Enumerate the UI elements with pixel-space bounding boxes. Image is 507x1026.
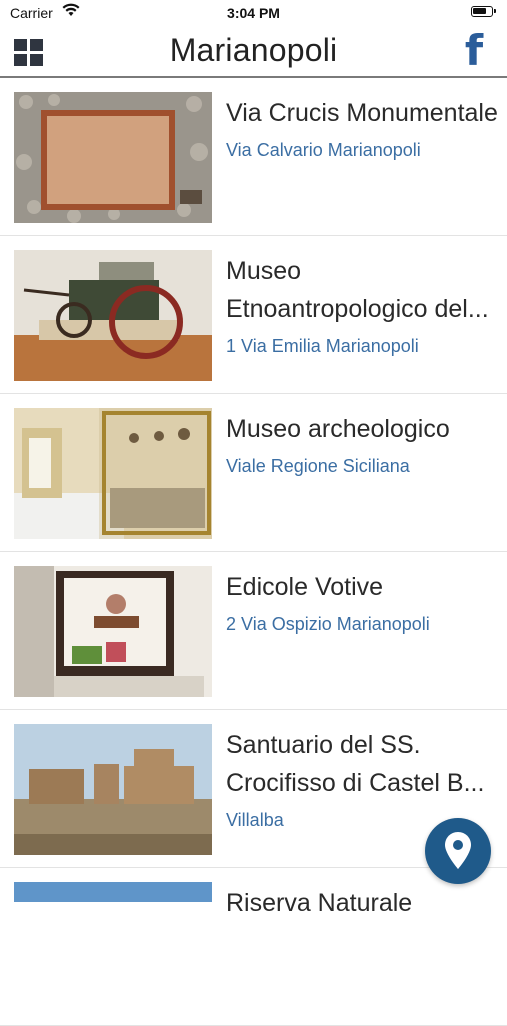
map-pin-icon: [445, 832, 471, 869]
place-address[interactable]: 2 Via Ospizio Marianopoli: [226, 614, 430, 635]
place-thumbnail: [14, 882, 212, 902]
place-thumbnail: [14, 724, 212, 855]
place-address[interactable]: Viale Regione Siciliana: [226, 456, 410, 477]
place-name: Edicole Votive: [226, 573, 384, 601]
place-thumbnail: [14, 92, 212, 223]
list-item[interactable]: Via Crucis Monumentale Via Calvario Mari…: [0, 78, 507, 236]
place-name: Riserva Naturale: [226, 889, 413, 917]
list-item[interactable]: Museo archeologico Viale Regione Sicilia…: [0, 394, 507, 552]
place-thumbnail: [14, 566, 212, 697]
places-list: Via Crucis Monumentale Via Calvario Mari…: [0, 78, 507, 1026]
status-bar: Carrier 3:04 PM: [0, 0, 507, 26]
list-item[interactable]: Edicole Votive 2 Via Ospizio Marianopoli: [0, 552, 507, 710]
map-button[interactable]: [425, 818, 491, 884]
place-name: Museo Etnoantropologico del...: [226, 257, 489, 323]
page-title: Marianopoli: [169, 32, 338, 68]
place-address[interactable]: Villalba: [226, 810, 284, 831]
place-name: Via Crucis Monumentale: [226, 99, 498, 127]
place-address[interactable]: 1 Via Emilia Marianopoli: [226, 336, 419, 357]
nav-bar: Marianopoli f: [0, 26, 507, 78]
place-thumbnail: [14, 250, 212, 381]
place-name: Museo archeologico: [226, 415, 450, 443]
battery-icon: [471, 6, 496, 17]
place-thumbnail: [14, 408, 212, 539]
grid-menu-icon[interactable]: [14, 39, 44, 67]
place-name: Santuario del SS. Crocifisso di Castel B…: [226, 731, 485, 797]
place-address[interactable]: Via Calvario Marianopoli: [226, 140, 421, 161]
clock: 3:04 PM: [227, 5, 280, 21]
list-item[interactable]: Riserva Naturale: [0, 868, 507, 1026]
facebook-icon[interactable]: f: [461, 30, 487, 72]
list-item[interactable]: Museo Etnoantropologico del... 1 Via Emi…: [0, 236, 507, 394]
